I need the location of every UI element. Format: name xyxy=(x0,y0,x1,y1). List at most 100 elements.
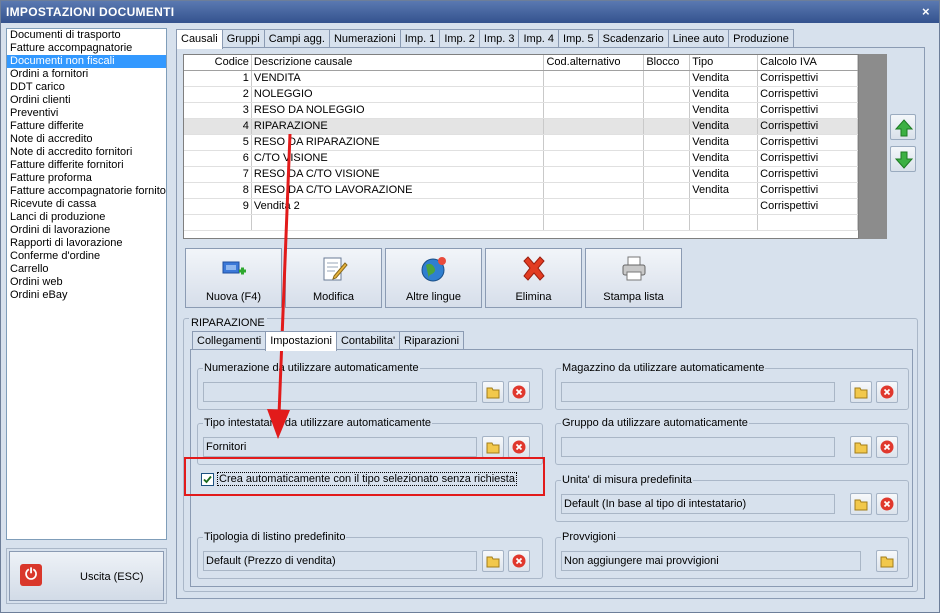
causali-grid[interactable]: Codice Descrizione causale Cod.alternativo… xyxy=(183,54,859,239)
magazzino-field[interactable] xyxy=(561,382,835,402)
table-cell: Vendita xyxy=(690,119,759,134)
detail-tab[interactable]: Collegamenti xyxy=(192,331,267,350)
table-row[interactable]: 9 Vendita 2 Corrispettivi xyxy=(184,199,859,215)
doc-type-item[interactable]: Lanci di produzione xyxy=(7,211,166,224)
column-header[interactable]: Calcolo IVA xyxy=(758,55,859,70)
table-row[interactable]: 7 RESO DA C/TO VISIONE Vendita Corrispettiv… xyxy=(184,167,859,183)
doc-type-item[interactable]: Conferme d'ordine xyxy=(7,250,166,263)
listino-clear-button[interactable] xyxy=(508,550,530,572)
printer-icon xyxy=(622,256,646,281)
main-tab[interactable]: Linee auto xyxy=(667,29,730,48)
close-button[interactable]: × xyxy=(919,5,933,19)
document-type-list[interactable]: Documenti di trasporto Fatture accompagna… xyxy=(6,28,167,540)
doc-type-item[interactable]: Ordini a fornitori xyxy=(7,68,166,81)
doc-type-item[interactable]: Fatture proforma xyxy=(7,172,166,185)
languages-button[interactable]: Altre lingue xyxy=(385,248,482,308)
doc-type-item[interactable]: Ordini eBay xyxy=(7,289,166,302)
causali-panel: Codice Descrizione causale Cod.alternativo… xyxy=(176,47,925,599)
table-row[interactable]: 4 RIPARAZIONE Vendita Corrispettivi xyxy=(184,119,859,135)
edit-button[interactable]: Modifica xyxy=(285,248,382,308)
print-button[interactable]: Stampa lista xyxy=(585,248,682,308)
doc-type-item[interactable]: Fatture accompagnatorie xyxy=(7,42,166,55)
detail-title: RIPARAZIONE xyxy=(189,317,267,329)
unita-misura-field[interactable]: Default (In base al tipo di intestatario… xyxy=(561,494,835,514)
doc-type-item[interactable]: Preventivi xyxy=(7,107,166,120)
table-cell: Corrispettivi xyxy=(758,87,859,102)
gruppo-clear-button[interactable] xyxy=(876,436,898,458)
doc-type-item[interactable]: Note di accredito xyxy=(7,133,166,146)
move-down-button[interactable] xyxy=(890,146,916,172)
numerazione-field[interactable] xyxy=(203,382,477,402)
tipo-intestatario-clear-button[interactable] xyxy=(508,436,530,458)
main-tab[interactable]: Imp. 5 xyxy=(558,29,599,48)
toolbar: Nuova (F4) Modifica Altre lingue Elimina… xyxy=(185,248,685,308)
provvigioni-field[interactable]: Non aggiungere mai provvigioni xyxy=(561,551,861,571)
table-cell: Corrispettivi xyxy=(758,119,859,134)
detail-tab[interactable]: Contabilita' xyxy=(335,331,401,350)
numerazione-clear-button[interactable] xyxy=(508,381,530,403)
detail-tab[interactable]: Impostazioni xyxy=(265,331,337,351)
table-cell: 1 xyxy=(184,71,252,86)
new-button[interactable]: Nuova (F4) xyxy=(185,248,282,308)
delete-button[interactable]: Elimina xyxy=(485,248,582,308)
doc-type-item[interactable]: Fatture differite fornitori xyxy=(7,159,166,172)
doc-type-item[interactable]: Note di accredito fornitori xyxy=(7,146,166,159)
table-row[interactable]: 6 C/TO VISIONE Vendita Corrispettivi xyxy=(184,151,859,167)
delete-button-label: Elimina xyxy=(515,291,552,303)
doc-type-item[interactable]: Rapporti di lavorazione xyxy=(7,237,166,250)
table-row[interactable]: 1 VENDITA Vendita Corrispettivi xyxy=(184,71,859,87)
doc-type-item[interactable]: Fatture differite xyxy=(7,120,166,133)
gruppo-browse-button[interactable] xyxy=(850,436,872,458)
unita-misura-clear-button[interactable] xyxy=(876,493,898,515)
column-header[interactable]: Codice xyxy=(184,55,252,70)
tipo-intestatario-field[interactable]: Fornitori xyxy=(203,437,477,457)
move-up-button[interactable] xyxy=(890,114,916,140)
gruppo-field[interactable] xyxy=(561,437,835,457)
detail-tab[interactable]: Riparazioni xyxy=(399,331,465,350)
doc-type-item[interactable]: Documenti non fiscali xyxy=(7,55,166,68)
main-tab[interactable]: Produzione xyxy=(728,29,794,48)
main-tab[interactable]: Numerazioni xyxy=(328,29,401,48)
numerazione-browse-button[interactable] xyxy=(482,381,504,403)
main-tab[interactable]: Imp. 4 xyxy=(518,29,560,48)
magazzino-browse-button[interactable] xyxy=(850,381,872,403)
new-button-label: Nuova (F4) xyxy=(205,291,262,303)
table-row[interactable]: 2 NOLEGGIO Vendita Corrispettivi xyxy=(184,87,859,103)
provvigioni-browse-button[interactable] xyxy=(876,550,898,572)
doc-type-item[interactable]: Fatture accompagnatorie fornito xyxy=(7,185,166,198)
doc-type-item[interactable]: Ordini clienti xyxy=(7,94,166,107)
column-header[interactable]: Descrizione causale xyxy=(252,55,545,70)
doc-type-item[interactable]: Ordini web xyxy=(7,276,166,289)
doc-type-item[interactable]: Documenti di trasporto xyxy=(7,29,166,42)
table-cell xyxy=(544,71,645,86)
main-tab[interactable]: Campi agg. xyxy=(263,29,330,48)
tipo-intestatario-label: Tipo intestatario da utilizzare automati… xyxy=(203,417,433,429)
listino-field[interactable]: Default (Prezzo di vendita) xyxy=(203,551,477,571)
table-cell: 9 xyxy=(184,199,252,214)
reorder-buttons xyxy=(890,114,916,178)
main-tab[interactable]: Imp. 2 xyxy=(439,29,480,48)
main-tab[interactable]: Scadenzario xyxy=(597,29,669,48)
column-header[interactable]: Blocco xyxy=(644,55,691,70)
table-row[interactable]: 3 RESO DA NOLEGGIO Vendita Corrispettivi xyxy=(184,103,859,119)
exit-button[interactable]: ⏻ Uscita (ESC) xyxy=(9,551,164,601)
doc-type-item[interactable]: Ricevute di cassa xyxy=(7,198,166,211)
main-tab[interactable]: Causali xyxy=(176,29,223,49)
doc-type-item[interactable]: Carrello xyxy=(7,263,166,276)
main-tab[interactable]: Imp. 1 xyxy=(399,29,441,48)
unita-misura-group: Unita' di misura predefinita Default (In… xyxy=(555,474,909,522)
doc-type-item[interactable]: Ordini di lavorazione xyxy=(7,224,166,237)
table-row[interactable]: 5 RESO DA RIPARAZIONE Vendita Corrispettivi xyxy=(184,135,859,151)
main-tab[interactable]: Imp. 3 xyxy=(478,29,520,48)
tipo-intestatario-browse-button[interactable] xyxy=(482,436,504,458)
unita-misura-browse-button[interactable] xyxy=(850,493,872,515)
gruppo-label: Gruppo da utilizzare automaticamente xyxy=(561,417,749,429)
clear-icon xyxy=(880,385,894,399)
main-tab[interactable]: Gruppi xyxy=(221,29,265,48)
doc-type-item[interactable]: DDT carico xyxy=(7,81,166,94)
listino-browse-button[interactable] xyxy=(482,550,504,572)
table-row[interactable]: 8 RESO DA C/TO LAVORAZIONE Vendita Corrispe… xyxy=(184,183,859,199)
magazzino-clear-button[interactable] xyxy=(876,381,898,403)
column-header[interactable]: Tipo xyxy=(690,55,759,70)
column-header[interactable]: Cod.alternativo xyxy=(544,55,645,70)
